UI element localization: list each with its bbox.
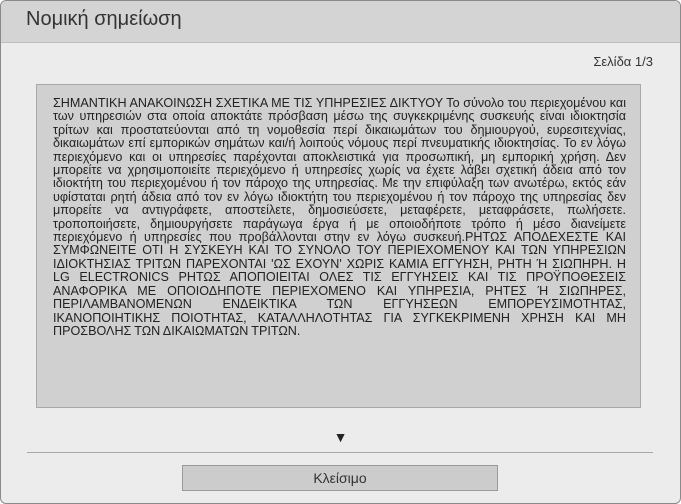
- scroll-down-icon[interactable]: ▼: [1, 430, 680, 444]
- legal-notice-dialog: Νομική σημείωση Σελίδα 1/3 ΣΗΜΑΝΤΙΚΗ ΑΝΑ…: [0, 0, 681, 504]
- page-indicator: Σελίδα 1/3: [593, 54, 653, 69]
- legal-text-panel[interactable]: ΣΗΜΑΝΤΙΚΗ ΑΝΑΚΟΙΝΩΣΗ ΣΧΕΤΙΚΑ ΜΕ ΤΙΣ ΥΠΗΡ…: [36, 84, 641, 408]
- dialog-title-bar: Νομική σημείωση: [1, 1, 680, 43]
- dialog-title: Νομική σημείωση: [26, 8, 182, 30]
- legal-text: ΣΗΜΑΝΤΙΚΗ ΑΝΑΚΟΙΝΩΣΗ ΣΧΕΤΙΚΑ ΜΕ ΤΙΣ ΥΠΗΡ…: [53, 96, 626, 338]
- divider: [27, 452, 653, 453]
- close-button[interactable]: Κλείσιμο: [182, 465, 498, 491]
